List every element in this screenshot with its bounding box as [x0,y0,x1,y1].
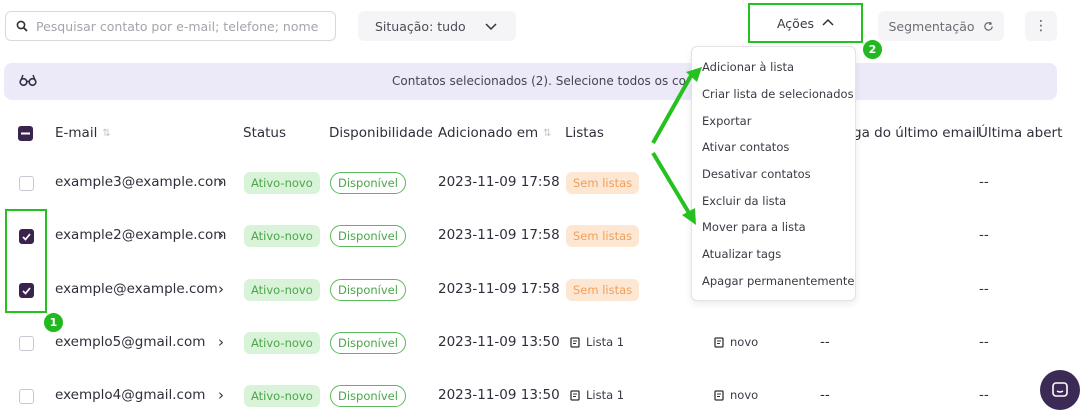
chevron-right-icon[interactable]: › [218,280,224,298]
actions-menu: Adicionar à lista Criar lista de selecio… [691,46,856,301]
row-added-date: 2023-11-09 17:58 [438,174,560,190]
column-header-email[interactable]: E-mail ⇅ [55,118,111,148]
chevron-right-icon[interactable]: › [218,333,224,351]
list-badge: Lista 1 [570,335,624,349]
row-email[interactable]: exemplo4@gmail.com [55,387,205,403]
sort-icon: ⇅ [543,127,552,139]
row-last-open: -- [979,387,989,403]
row-last-open: -- [979,174,989,190]
menu-item-remove-from-list[interactable]: Excluir da lista [702,194,786,208]
row-email[interactable]: exemplo5@gmail.com [55,334,205,350]
availability-badge: Disponível [330,385,406,407]
status-badge: Ativo-novo [244,332,320,354]
column-header-last-delivery: ga do último email [853,125,980,141]
column-header-lists: Listas [565,125,604,141]
step-1-highlight [5,209,47,313]
availability-badge: Disponível [330,279,406,301]
column-header-last-open: Última abert [978,125,1063,141]
glasses-icon [19,73,37,91]
search-box[interactable] [5,11,336,41]
column-header-status: Status [243,125,287,141]
selection-banner: Contatos selecionados (2). Selecione tod… [4,63,1057,100]
chevron-right-icon[interactable]: › [218,173,224,191]
more-icon: ⋮ [1034,18,1048,34]
step-2-marker: 2 [862,39,883,60]
select-all-checkbox[interactable] [18,118,33,148]
search-icon [16,20,28,32]
availability-badge: Disponível [330,172,406,194]
status-badge: Ativo-novo [244,279,320,301]
row-last-open: -- [979,281,989,297]
menu-item-update-tags[interactable]: Atualizar tags [702,247,781,261]
menu-item-deactivate[interactable]: Desativar contatos [702,167,811,181]
chat-widget-button[interactable] [1040,370,1080,410]
list-badge: Sem listas [566,172,640,194]
actions-label: Ações [776,15,815,31]
row-added-date: 2023-11-09 17:58 [438,281,560,297]
chevron-up-icon [822,18,834,26]
list-icon [570,389,580,401]
tag-icon [714,389,724,401]
row-checkbox[interactable] [19,176,34,191]
tag-icon [714,336,724,348]
status-badge: Ativo-novo [244,385,320,407]
chevron-down-icon [485,23,497,31]
list-badge: Sem listas [566,279,640,301]
list-badge: Lista 1 [570,388,624,402]
refresh-icon [983,21,993,31]
row-email[interactable]: example2@example.com [55,227,226,243]
step-1-marker: 1 [43,312,64,333]
actions-button[interactable]: Ações [748,3,863,43]
status-badge: Ativo-novo [244,225,320,247]
row-email[interactable]: example@example.com [55,281,218,297]
status-filter-dropdown[interactable]: Situação: tudo [358,11,516,41]
chevron-right-icon[interactable]: › [218,386,224,404]
status-filter-label: Situação: tudo [375,18,466,34]
column-header-availability: Disponibilidade [329,125,433,141]
more-options-button[interactable]: ⋮ [1025,11,1057,41]
menu-item-delete-permanently[interactable]: Apagar permanentemente [702,274,854,288]
menu-item-activate[interactable]: Ativar contatos [702,140,789,154]
column-header-added[interactable]: Adicionado em ⇅ [438,118,552,148]
row-last-delivery: -- [820,334,830,350]
search-input[interactable] [34,17,328,35]
row-added-date: 2023-11-09 13:50 [438,387,560,403]
availability-badge: Disponível [330,225,406,247]
menu-item-create-list[interactable]: Criar lista de selecionados [702,87,854,101]
segmentation-label: Segmentação [888,18,975,34]
tag-badge: novo [714,388,758,402]
row-added-date: 2023-11-09 13:50 [438,334,560,350]
status-badge: Ativo-novo [244,172,320,194]
list-icon [570,336,580,348]
chevron-right-icon[interactable]: › [218,226,224,244]
row-checkbox[interactable] [19,389,34,404]
menu-item-add-to-list[interactable]: Adicionar à lista [702,60,794,74]
row-checkbox[interactable] [19,336,34,351]
row-added-date: 2023-11-09 17:58 [438,227,560,243]
row-email[interactable]: example3@example.com [55,174,226,190]
availability-badge: Disponível [330,332,406,354]
annotation-arrows [651,67,702,225]
sort-icon: ⇅ [102,127,111,139]
row-last-delivery: -- [820,387,830,403]
tag-badge: novo [714,335,758,349]
row-last-open: -- [979,227,989,243]
chat-icon [1052,382,1068,397]
menu-item-move-to-list[interactable]: Mover para a lista [702,220,806,234]
list-badge: Sem listas [566,225,640,247]
row-last-open: -- [979,334,989,350]
segmentation-button[interactable]: Segmentação [878,11,1004,41]
